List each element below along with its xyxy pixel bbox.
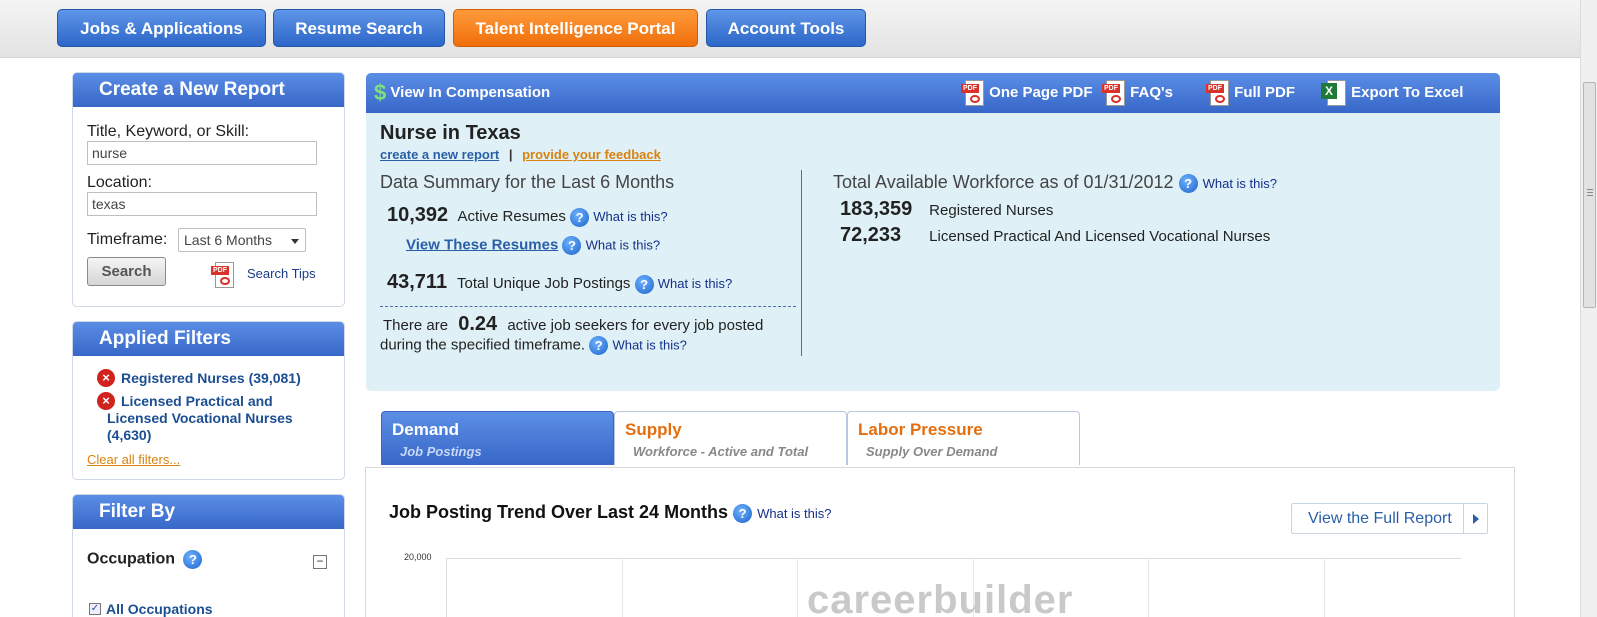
- active-resumes-count: 10,392: [387, 204, 449, 226]
- arrow-right-icon: [1463, 504, 1487, 533]
- pdf-icon: PDF: [1102, 79, 1126, 107]
- tab-title: Labor Pressure: [858, 420, 983, 439]
- job-postings-row: 43,711 Total Unique Job Postings ? What …: [387, 271, 732, 294]
- timeframe-select[interactable]: Last 6 Months: [178, 228, 306, 252]
- chart-title-row: Job Posting Trend Over Last 24 Months ? …: [389, 502, 832, 523]
- clear-all-filters-link[interactable]: Clear all filters...: [87, 452, 180, 467]
- location-input[interactable]: [87, 192, 317, 216]
- column-divider: [801, 170, 802, 356]
- pdf-icon: PDF: [961, 79, 985, 107]
- dropdown-arrow-icon: [291, 239, 299, 244]
- feedback-link[interactable]: provide your feedback: [522, 147, 661, 162]
- job-postings-label: Total Unique Job Postings: [456, 275, 631, 292]
- scrollbar-thumb[interactable]: [1583, 82, 1596, 308]
- nav-account-tools[interactable]: Account Tools: [706, 9, 866, 47]
- help-icon[interactable]: ?: [570, 207, 590, 227]
- top-nav-bar: Jobs & Applications Resume Search Talent…: [0, 0, 1580, 58]
- help-icon[interactable]: ?: [589, 336, 609, 355]
- applied-filters-panel: Applied Filters × Registered Nurses (39,…: [72, 321, 345, 480]
- help-icon[interactable]: ?: [733, 503, 753, 523]
- applied-filters-title: Applied Filters: [73, 322, 344, 356]
- y-axis-top-label: 20,000: [404, 552, 432, 562]
- view-these-resumes-link[interactable]: View These Resumes: [406, 236, 558, 253]
- summary-heading: Data Summary for the Last 6 Months: [380, 172, 675, 192]
- what-is-this-link[interactable]: What is this?: [593, 209, 667, 224]
- nav-resume-search[interactable]: Resume Search: [273, 9, 445, 47]
- occupation-label: Occupation ?: [87, 550, 203, 569]
- help-icon[interactable]: ?: [1178, 173, 1198, 193]
- view-in-compensation[interactable]: $ View In Compensation: [374, 79, 550, 107]
- active-resumes-row: 10,392 Active Resumes ? What is this?: [387, 204, 668, 227]
- what-is-this-link[interactable]: What is this?: [586, 237, 660, 252]
- tab-subtitle: Supply Over Demand: [866, 444, 998, 459]
- tab-subtitle: Workforce - Active and Total: [633, 444, 809, 459]
- view-resumes-row: View These Resumes ? What is this?: [406, 236, 660, 255]
- tab-supply[interactable]: Supply Workforce - Active and Total: [614, 411, 847, 465]
- timeframe-selected: Last 6 Months: [184, 232, 272, 248]
- collapse-icon[interactable]: −: [313, 555, 327, 569]
- summary-divider: [380, 306, 796, 307]
- nav-talent-intelligence-portal[interactable]: Talent Intelligence Portal: [453, 9, 698, 47]
- tab-demand[interactable]: Demand Job Postings: [381, 411, 614, 465]
- location-label: Location:: [87, 174, 152, 191]
- view-full-report-button[interactable]: View the Full Report: [1291, 503, 1488, 534]
- what-is-this-link[interactable]: What is this?: [612, 337, 686, 352]
- faqs-link[interactable]: PDF FAQ's: [1102, 79, 1173, 107]
- tab-labor-pressure[interactable]: Labor Pressure Supply Over Demand: [847, 411, 1080, 465]
- tab-subtitle: Job Postings: [400, 444, 482, 459]
- search-button[interactable]: Search: [87, 257, 166, 286]
- search-tips-link[interactable]: Search Tips: [247, 266, 316, 281]
- help-icon[interactable]: ?: [634, 274, 654, 294]
- full-pdf-link[interactable]: PDF Full PDF: [1206, 79, 1295, 107]
- view-full-report-label: View the Full Report: [1308, 510, 1452, 527]
- what-is-this-link[interactable]: What is this?: [1203, 176, 1277, 191]
- chart-title: Job Posting Trend Over Last 24 Months: [389, 502, 729, 522]
- tab-title: Demand: [392, 420, 460, 439]
- pdf-icon: PDF: [1206, 79, 1230, 107]
- remove-filter-icon[interactable]: ×: [97, 369, 115, 387]
- workforce-value: 183,359: [840, 198, 913, 220]
- keyword-label: Title, Keyword, or Skill:: [87, 123, 250, 140]
- timeframe-label: Timeframe:: [87, 231, 168, 248]
- active-resumes-label: Active Resumes: [457, 208, 566, 225]
- excel-icon: X: [1321, 79, 1347, 107]
- workforce-heading: Total Available Workforce as of 01/31/20…: [833, 172, 1278, 193]
- filter-licensed-practical-nurses[interactable]: Licensed Practical and Licensed Vocation…: [107, 393, 329, 444]
- nav-jobs-applications[interactable]: Jobs & Applications: [57, 9, 266, 47]
- workforce-label: Registered Nurses: [929, 202, 1054, 219]
- workforce-row: 72,233 Licensed Practical And Licensed V…: [840, 224, 1270, 247]
- tab-title: Supply: [625, 420, 682, 439]
- create-new-report-link[interactable]: create a new report: [380, 147, 499, 162]
- all-occupations-checkbox[interactable]: ✓: [89, 603, 101, 615]
- what-is-this-link[interactable]: What is this?: [757, 506, 831, 521]
- ratio-line1: There are 0.24 active job seekers for ev…: [383, 313, 764, 335]
- create-report-panel: Create a New Report Title, Keyword, or S…: [72, 72, 345, 307]
- workforce-row: 183,359 Registered Nurses: [840, 198, 1053, 221]
- what-is-this-link[interactable]: What is this?: [658, 276, 732, 291]
- all-occupations-label[interactable]: All Occupations: [106, 601, 213, 617]
- workforce-label: Licensed Practical And Licensed Vocation…: [929, 228, 1271, 245]
- ratio-line2: during the specified timeframe. ? What i…: [380, 336, 687, 355]
- pdf-icon: PDF: [211, 261, 235, 289]
- link-separator: |: [508, 147, 513, 162]
- keyword-input[interactable]: [87, 141, 317, 165]
- job-postings-count: 43,711: [387, 271, 448, 293]
- chart-container: Job Posting Trend Over Last 24 Months ? …: [365, 467, 1515, 617]
- create-report-title: Create a New Report: [73, 73, 344, 107]
- one-page-pdf-link[interactable]: PDF One Page PDF: [961, 79, 1093, 107]
- filter-by-panel: Filter By Occupation ? − ✓ All Occupatio…: [72, 494, 345, 617]
- ratio-value: 0.24: [458, 313, 498, 335]
- report-toolbar: $ View In Compensation PDF One Page PDF …: [366, 73, 1500, 113]
- help-icon[interactable]: ?: [183, 550, 203, 569]
- dollar-icon: $: [374, 80, 387, 106]
- workforce-value: 72,233: [840, 224, 902, 246]
- careerbuilder-watermark: careerbuilder: [807, 578, 1074, 617]
- page-scrollbar[interactable]: [1580, 0, 1597, 617]
- report-summary-panel: $ View In Compensation PDF One Page PDF …: [366, 73, 1500, 391]
- filter-registered-nurses[interactable]: Registered Nurses (39,081): [121, 370, 301, 387]
- help-icon[interactable]: ?: [562, 236, 582, 255]
- export-to-excel-link[interactable]: X Export To Excel: [1321, 79, 1463, 107]
- report-title: Nurse in Texas: [380, 122, 521, 144]
- filter-by-title: Filter By: [73, 495, 344, 529]
